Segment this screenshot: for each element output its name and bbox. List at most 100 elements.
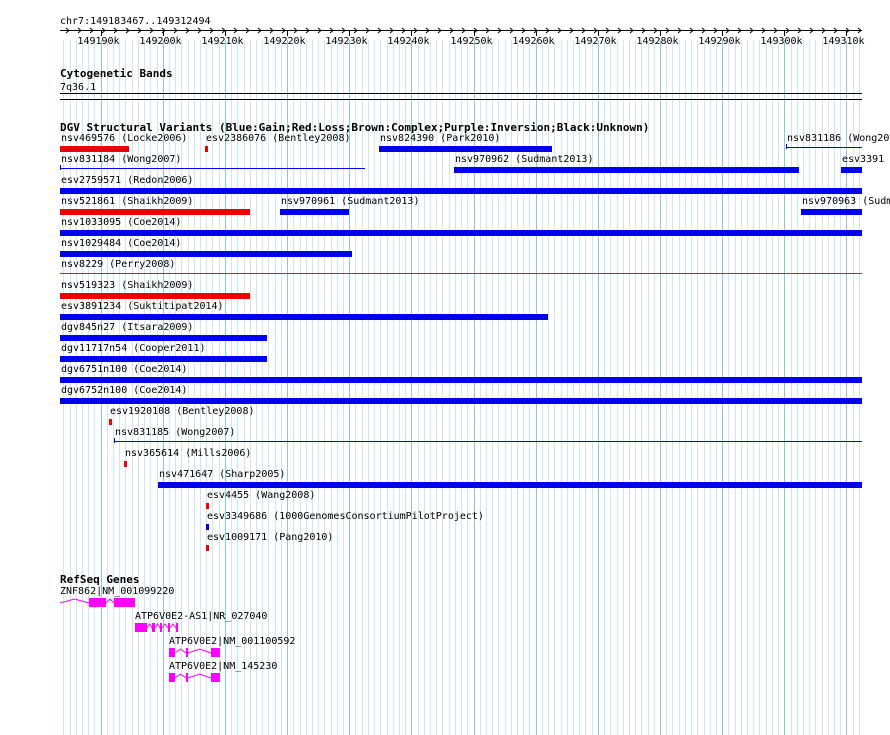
intron [187, 648, 212, 654]
intron [174, 673, 187, 679]
exon [186, 673, 188, 682]
variant-label: nsv521861 (Shaikh2009) [61, 196, 194, 207]
variant-label: nsv831184 (Wong2007) [61, 154, 182, 165]
exon [211, 673, 220, 682]
variant-gain-bar[interactable] [801, 209, 862, 215]
intron [60, 598, 90, 604]
intron [174, 648, 187, 654]
exon [186, 648, 188, 657]
variant-label: nsv824390 (Park2010) [380, 133, 501, 144]
variant-gain-bar[interactable] [60, 314, 548, 320]
variant-label: nsv831185 (Wong2007) [115, 427, 236, 438]
ruler-tick-label: 149300k [760, 36, 802, 47]
ruler-tick-label: 149200k [139, 36, 181, 47]
exon [152, 623, 155, 632]
variant-label: esv3391 [842, 154, 885, 165]
variant-loss-bar[interactable] [205, 146, 208, 152]
intron [146, 623, 153, 629]
ruler-tick-label: 149270k [574, 36, 616, 47]
variant-label: esv4455 (Wang2008) [207, 490, 316, 501]
variant-label: esv1920108 (Bentley2008) [110, 406, 255, 417]
variant-label: nsv970963 (Sudm [802, 196, 890, 207]
variant-gain-bar[interactable] [60, 230, 862, 236]
variant-gain-bar[interactable] [280, 209, 349, 215]
ruler-tick-label: 149310k [822, 36, 864, 47]
variant-label: nsv1033095 (Coe2014) [61, 217, 182, 228]
variant-label: esv3349686 (1000GenomesConsortiumPilotPr… [207, 511, 484, 522]
gene-model[interactable] [60, 596, 137, 610]
exon [89, 598, 106, 607]
variant-label: esv3891234 (Suktitipat2014) [61, 301, 224, 312]
variant-gain-bar[interactable] [60, 335, 267, 341]
variant-loss-bar[interactable] [60, 146, 129, 152]
variant-label: esv1009171 (Pang2010) [207, 532, 334, 543]
variant-label: nsv469576 (Locke2006) [61, 133, 188, 144]
variant-loss-bar[interactable] [206, 545, 209, 551]
variant-label: dgv6752n100 (Coe2014) [61, 385, 188, 396]
variant-label: dgv845n27 (Itsara2009) [61, 322, 194, 333]
variant-gain-bar[interactable] [114, 441, 862, 442]
ruler-tick-label: 149240k [387, 36, 429, 47]
gene-model[interactable] [169, 671, 222, 685]
exon [160, 623, 162, 632]
refseq-track-title: RefSeq Genes [60, 573, 140, 586]
ruler-tick-label: 149260k [512, 36, 554, 47]
cytoband-track-title: Cytogenetic Bands [60, 67, 173, 80]
variant-label: esv2759571 (Redon2006) [61, 175, 194, 186]
ruler-tick-label: 149210k [201, 36, 243, 47]
cytoband-line-top [60, 93, 862, 94]
variant-label: dgv6751n100 (Coe2014) [61, 364, 188, 375]
exon [135, 623, 147, 632]
exon [169, 648, 175, 657]
variant-loss-bar[interactable] [60, 209, 250, 215]
intron [169, 623, 177, 629]
intron [154, 623, 161, 629]
variant-label: nsv831186 (Wong2007) [787, 133, 890, 144]
intron [187, 673, 212, 679]
exon [176, 623, 178, 632]
variant-label: nsv471647 (Sharp2005) [159, 469, 286, 480]
variant-label: dgv11717n54 (Cooper2011) [61, 343, 206, 354]
variant-label: nsv8229 (Perry2008) [61, 259, 176, 270]
variant-gain-bar[interactable] [60, 168, 365, 169]
exon [211, 648, 220, 657]
genome-browser-view: chr7:149183467..149312494 149190k 149200k… [0, 0, 890, 735]
variant-gain-bar[interactable] [60, 398, 862, 404]
gene-model[interactable] [169, 646, 222, 660]
variant-gain-bar[interactable] [206, 524, 209, 530]
variant-label: nsv970961 (Sudmant2013) [281, 196, 420, 207]
cytoband-line-bottom [60, 99, 862, 100]
ruler-tick-label: 149230k [325, 36, 367, 47]
ruler-tick-label: 149290k [698, 36, 740, 47]
gene-model[interactable] [135, 621, 180, 635]
exon [114, 598, 135, 607]
variant-gain-bar[interactable] [379, 146, 552, 152]
variant-gain-bar[interactable] [786, 147, 862, 148]
intron [161, 623, 169, 629]
variant-gain-bar[interactable] [60, 356, 267, 362]
ruler-tick-label: 149250k [450, 36, 492, 47]
variant-loss-bar[interactable] [60, 293, 250, 299]
variant-gain-bar[interactable] [454, 167, 799, 173]
cytoband-label: 7q36.1 [60, 82, 97, 93]
variant-unknown-bar[interactable] [60, 273, 862, 274]
variant-gain-bar[interactable] [158, 482, 862, 488]
exon [168, 623, 170, 632]
variant-loss-bar[interactable] [206, 503, 209, 509]
ruler-tick-label: 149190k [77, 36, 119, 47]
variant-label: nsv519323 (Shaikh2009) [61, 280, 194, 291]
variant-label: nsv365614 (Mills2006) [125, 448, 252, 459]
variant-label: esv2386076 (Bentley2008) [206, 133, 351, 144]
variant-gain-bar[interactable] [60, 377, 862, 383]
variant-loss-bar[interactable] [109, 419, 112, 425]
variant-loss-bar[interactable] [124, 461, 127, 467]
variant-gain-bar[interactable] [60, 188, 862, 194]
exon [169, 673, 175, 682]
ruler-tick-label: 149220k [263, 36, 305, 47]
intron [105, 598, 115, 604]
variant-label: nsv970962 (Sudmant2013) [455, 154, 594, 165]
ruler-tick-label: 149280k [636, 36, 678, 47]
variant-gain-bar[interactable] [841, 167, 862, 173]
exon [94, 598, 96, 607]
variant-gain-bar[interactable] [60, 251, 352, 257]
